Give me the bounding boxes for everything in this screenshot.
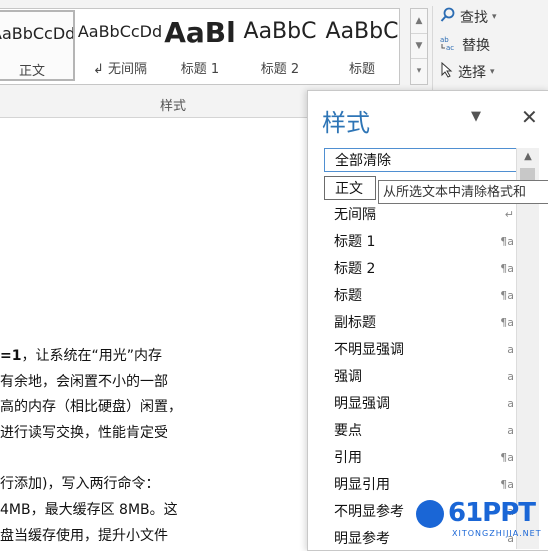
select-label: 选择 xyxy=(458,65,486,81)
style-item-label: 标题 1 xyxy=(334,234,376,250)
svg-text:ac: ac xyxy=(446,44,454,51)
doc-line: 高的内存（相比硬盘）闲置， xyxy=(0,399,182,415)
style-item-normal[interactable]: 正文 xyxy=(324,176,376,200)
gallery-more-icon[interactable]: ▾ xyxy=(411,59,427,83)
linked-style-icon: ¶a xyxy=(500,262,514,275)
paragraph-mark-icon: ↵ xyxy=(504,208,514,221)
doc-line: =1，让系统在“用光”内存 xyxy=(0,348,162,364)
ribbon-divider xyxy=(432,6,433,91)
gallery-sample: AaBbCcDd xyxy=(77,22,163,41)
style-item-heading2[interactable]: 标题 2 ¶a xyxy=(324,257,516,281)
style-item-intense-quote[interactable]: 明显引用 ¶a xyxy=(324,473,516,497)
style-item-label: 强调 xyxy=(334,369,362,385)
gallery-item-heading1[interactable]: AaBl 标题 1 xyxy=(157,10,243,81)
style-item-label: 无间隔 xyxy=(334,207,376,223)
style-item-label: 标题 2 xyxy=(334,261,376,277)
watermark-url: XITONGZHIJIA.NET xyxy=(452,529,542,538)
style-item-label: 副标题 xyxy=(334,315,376,331)
doc-line: 4MB，最大缓存区 8MB。这 xyxy=(0,502,178,518)
linked-style-icon: ¶a xyxy=(500,289,514,302)
linked-style-icon: ¶a xyxy=(500,451,514,464)
styles-group-label: 样式 xyxy=(160,99,187,114)
gallery-sample: AaBbCcDd xyxy=(0,24,73,43)
gallery-item-normal[interactable]: AaBbCcDd 正文 xyxy=(0,10,75,81)
gallery-item-title[interactable]: AaBbC 标题 xyxy=(319,10,405,81)
style-item-no-spacing[interactable]: 无间隔 ↵ xyxy=(324,203,516,227)
gallery-sample: AaBbC xyxy=(325,19,399,44)
gallery-sample: AaBbC xyxy=(243,19,317,44)
gallery-label: 标题 2 xyxy=(260,62,300,77)
style-item-clear-all[interactable]: 全部清除 xyxy=(324,148,518,172)
document-area[interactable]: =1，让系统在“用光”内存 有余地，会闲置不小的一部 高的内存（相比硬盘）闲置，… xyxy=(0,118,310,549)
gallery-scroll-down-icon[interactable]: ▼ xyxy=(411,34,427,59)
svg-text:ab: ab xyxy=(440,36,449,44)
style-item-label: 要点 xyxy=(334,423,362,439)
style-item-label: 引用 xyxy=(334,450,362,466)
style-item-label: 明显参考 xyxy=(334,531,390,547)
character-style-icon: a xyxy=(507,343,514,356)
find-button[interactable]: 查找 ▾ xyxy=(440,6,497,28)
styles-pane-scrollbar[interactable]: ▲ xyxy=(516,148,539,549)
style-item-label: 明显引用 xyxy=(334,477,390,493)
style-item-heading1[interactable]: 标题 1 ¶a xyxy=(324,230,516,254)
linked-style-icon: ¶a xyxy=(500,316,514,329)
style-item-subtitle[interactable]: 副标题 ¶a xyxy=(324,311,516,335)
styles-list: 全部清除 正文 无间隔 ↵ 标题 1 ¶a 标题 2 ¶a 标题 ¶a 副标题 … xyxy=(324,148,539,550)
replace-icon: ab ac xyxy=(440,35,458,55)
styles-pane: 样式 ▼ ✕ 全部清除 正文 无间隔 ↵ 标题 1 ¶a 标题 2 ¶a 标题 … xyxy=(307,90,548,551)
gallery-sample: AaBl xyxy=(164,16,236,49)
gallery-scroll-up-icon[interactable]: ▲ xyxy=(411,9,427,34)
style-item-intense-emphasis[interactable]: 明显强调 a xyxy=(324,392,516,416)
watermark-logo-icon xyxy=(416,500,444,528)
replace-label: 替换 xyxy=(462,38,490,54)
watermark: 61PPT XITONGZHIJIA.NET xyxy=(416,498,546,544)
style-gallery: AaBbCcDd 正文 AaBbCcDd ↲ 无间隔 AaBl 标题 1 AaB… xyxy=(0,8,400,85)
watermark-brand: 61PPT xyxy=(448,498,536,528)
character-style-icon: a xyxy=(507,370,514,383)
gallery-label: ↲ 无间隔 xyxy=(92,62,148,77)
style-item-emphasis[interactable]: 强调 a xyxy=(324,365,516,389)
gallery-scrollbar[interactable]: ▲ ▼ ▾ xyxy=(410,8,428,85)
select-button[interactable]: 选择 ▾ xyxy=(440,61,495,83)
close-icon[interactable]: ✕ xyxy=(521,105,538,129)
style-item-quote[interactable]: 引用 ¶a xyxy=(324,446,516,470)
pane-options-icon[interactable]: ▼ xyxy=(471,109,481,124)
scroll-up-icon[interactable]: ▲ xyxy=(517,148,539,166)
doc-line: 盘当缓存使用，提升小文件 xyxy=(0,528,168,544)
gallery-label: 正文 xyxy=(18,64,45,79)
linked-style-icon: ¶a xyxy=(500,478,514,491)
character-style-icon: a xyxy=(507,424,514,437)
doc-line: 进行读写交换，性能肯定受 xyxy=(0,425,168,441)
style-item-subtle-emphasis[interactable]: 不明显强调 a xyxy=(324,338,516,362)
search-icon xyxy=(440,7,456,27)
gallery-item-heading2[interactable]: AaBbC 标题 2 xyxy=(237,10,323,81)
find-label: 查找 xyxy=(460,10,488,26)
chevron-down-icon: ▾ xyxy=(490,67,495,77)
character-style-icon: a xyxy=(507,397,514,410)
gallery-label: 标题 1 xyxy=(180,62,220,77)
replace-button[interactable]: ab ac 替换 xyxy=(440,34,490,56)
gallery-label: 标题 xyxy=(348,62,375,77)
style-item-label: 全部清除 xyxy=(335,153,391,169)
tooltip: 从所选文本中清除格式和 xyxy=(378,180,548,204)
doc-line: 有余地，会闲置不小的一部 xyxy=(0,374,168,390)
chevron-down-icon: ▾ xyxy=(492,12,497,22)
linked-style-icon: ¶a xyxy=(500,235,514,248)
style-item-label: 明显强调 xyxy=(334,396,390,412)
gallery-item-no-spacing[interactable]: AaBbCcDd ↲ 无间隔 xyxy=(77,10,163,81)
style-item-label: 不明显强调 xyxy=(334,342,404,358)
cursor-icon xyxy=(440,61,454,82)
doc-line: 行添加)，写入两行命令： xyxy=(0,476,160,492)
style-item-label: 正文 xyxy=(335,181,363,197)
styles-pane-title: 样式 xyxy=(322,109,370,137)
style-item-label: 标题 xyxy=(334,288,362,304)
style-item-strong[interactable]: 要点 a xyxy=(324,419,516,443)
style-item-title[interactable]: 标题 ¶a xyxy=(324,284,516,308)
style-item-label: 不明显参考 xyxy=(334,504,404,520)
